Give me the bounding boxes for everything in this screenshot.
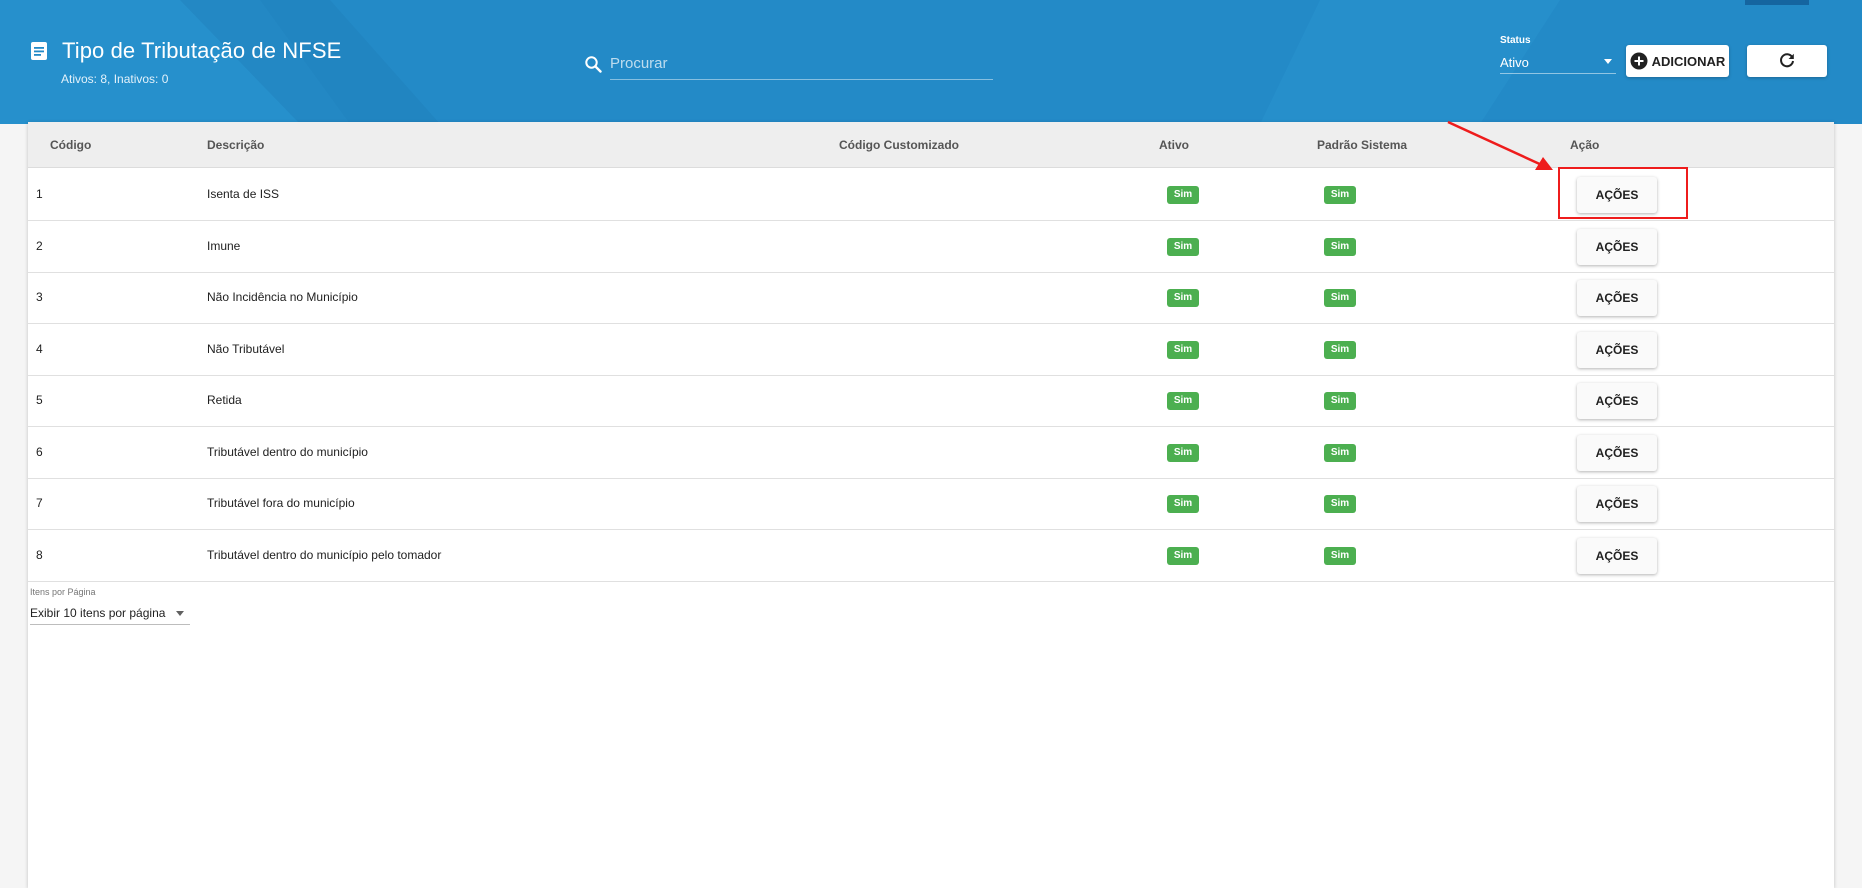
document-icon bbox=[31, 42, 47, 60]
chevron-down-icon bbox=[176, 611, 184, 616]
ativo-badge: Sim bbox=[1167, 392, 1199, 410]
data-table-card: Código Descrição Código Customizado Ativ… bbox=[28, 122, 1834, 888]
items-per-page-value: Exibir 10 itens por página bbox=[30, 606, 166, 620]
plus-circle-icon bbox=[1630, 52, 1648, 70]
cell-descricao: Não Tributável bbox=[207, 341, 285, 356]
ativo-badge: Sim bbox=[1167, 289, 1199, 307]
table-row[interactable]: 3 Não Incidência no Município Sim Sim AÇÕES bbox=[28, 272, 1834, 324]
table-row[interactable]: 4 Não Tributável Sim Sim AÇÕES bbox=[28, 324, 1834, 376]
ativo-badge: Sim bbox=[1167, 495, 1199, 513]
padrao-sistema-badge: Sim bbox=[1324, 289, 1356, 307]
ativo-badge: Sim bbox=[1167, 443, 1199, 462]
table-row[interactable]: 2 Imune Sim Sim AÇÕES bbox=[28, 221, 1834, 273]
table-row[interactable]: 1 Isenta de ISS Sim Sim AÇÕES bbox=[28, 169, 1834, 221]
status-filter-label: Status bbox=[1500, 35, 1531, 46]
acoes-button[interactable]: AÇÕES bbox=[1577, 331, 1657, 368]
top-tab-indicator bbox=[1745, 0, 1809, 5]
padrao-sistema-badge: Sim bbox=[1324, 443, 1356, 462]
cell-descricao: Não Incidência no Município bbox=[207, 290, 358, 304]
add-button[interactable]: ADICIONAR bbox=[1626, 45, 1729, 77]
search-icon[interactable] bbox=[584, 55, 602, 73]
padrao-sistema-badge: Sim bbox=[1324, 186, 1356, 204]
ativo-badge: Sim bbox=[1167, 340, 1199, 359]
acoes-button[interactable]: AÇÕES bbox=[1577, 280, 1657, 316]
padrao-sistema-badge: Sim bbox=[1324, 495, 1356, 513]
refresh-button[interactable] bbox=[1747, 45, 1827, 77]
column-header-codigo-customizado[interactable]: Código Customizado bbox=[839, 138, 959, 152]
acoes-button[interactable]: AÇÕES bbox=[1577, 383, 1657, 419]
acoes-button[interactable]: AÇÕES bbox=[1577, 537, 1657, 574]
cell-descricao: Tributável dentro do município pelo toma… bbox=[207, 547, 442, 562]
active-count-summary: Ativos: 8, Inativos: 0 bbox=[61, 72, 169, 86]
cell-descricao: Imune bbox=[207, 238, 241, 253]
cell-codigo: 3 bbox=[36, 290, 43, 304]
cell-codigo: 5 bbox=[36, 393, 43, 407]
cell-codigo: 1 bbox=[36, 187, 43, 201]
ativo-badge: Sim bbox=[1167, 237, 1199, 256]
cell-codigo: 4 bbox=[36, 341, 43, 356]
cell-codigo: 6 bbox=[36, 444, 43, 459]
chevron-down-icon bbox=[1604, 59, 1612, 64]
items-per-page-select[interactable]: Exibir 10 itens por página bbox=[30, 601, 190, 625]
cell-descricao: Isenta de ISS bbox=[207, 187, 280, 201]
cell-codigo: 2 bbox=[36, 238, 43, 253]
ativo-badge: Sim bbox=[1167, 546, 1199, 565]
search-bar bbox=[584, 48, 994, 80]
cell-descricao: Tributável dentro do município bbox=[207, 444, 368, 459]
table-row[interactable]: 7 Tributável fora do município Sim Sim AÇÕES bbox=[28, 478, 1834, 530]
cell-descricao: Tributável fora do município bbox=[207, 496, 355, 510]
table-row[interactable]: 8 Tributável dentro do município pelo tom… bbox=[28, 530, 1834, 582]
title-group: Tipo de Tributação de NFSE bbox=[30, 38, 341, 64]
column-header-descricao[interactable]: Descrição bbox=[207, 138, 264, 152]
refresh-icon bbox=[1780, 53, 1794, 68]
acoes-button[interactable]: AÇÕES bbox=[1577, 177, 1657, 213]
column-header-padrao-sistema[interactable]: Padrão Sistema bbox=[1317, 138, 1407, 152]
column-header-acao: Ação bbox=[1570, 138, 1600, 152]
ativo-badge: Sim bbox=[1167, 186, 1199, 204]
column-header-ativo[interactable]: Ativo bbox=[1159, 138, 1189, 152]
acoes-button[interactable]: AÇÕES bbox=[1577, 434, 1657, 471]
acoes-button[interactable]: AÇÕES bbox=[1577, 486, 1657, 522]
page-title: Tipo de Tributação de NFSE bbox=[62, 38, 342, 63]
cell-descricao: Retida bbox=[207, 393, 242, 407]
padrao-sistema-badge: Sim bbox=[1324, 237, 1356, 256]
items-per-page-label: Itens por Página bbox=[30, 587, 96, 597]
cell-codigo: 8 bbox=[36, 547, 43, 562]
search-input[interactable] bbox=[610, 48, 993, 80]
padrao-sistema-badge: Sim bbox=[1324, 340, 1356, 359]
padrao-sistema-badge: Sim bbox=[1324, 392, 1356, 410]
page-header: Tipo de Tributação de NFSE Ativos: 8, In… bbox=[0, 0, 1862, 124]
table-row[interactable]: 6 Tributável dentro do município Sim Sim AÇÕ… bbox=[28, 427, 1834, 479]
status-filter-value: Ativo bbox=[1500, 55, 1529, 70]
table-header: Código Descrição Código Customizado Ativ… bbox=[28, 122, 1834, 168]
add-button-label: ADICIONAR bbox=[1651, 53, 1726, 69]
table-row[interactable]: 5 Retida Sim Sim AÇÕES bbox=[28, 375, 1834, 427]
column-header-codigo[interactable]: Código bbox=[50, 138, 91, 152]
acoes-button[interactable]: AÇÕES bbox=[1577, 228, 1657, 265]
status-filter-select[interactable]: Ativo bbox=[1500, 50, 1616, 74]
padrao-sistema-badge: Sim bbox=[1324, 546, 1356, 565]
cell-codigo: 7 bbox=[36, 496, 43, 510]
